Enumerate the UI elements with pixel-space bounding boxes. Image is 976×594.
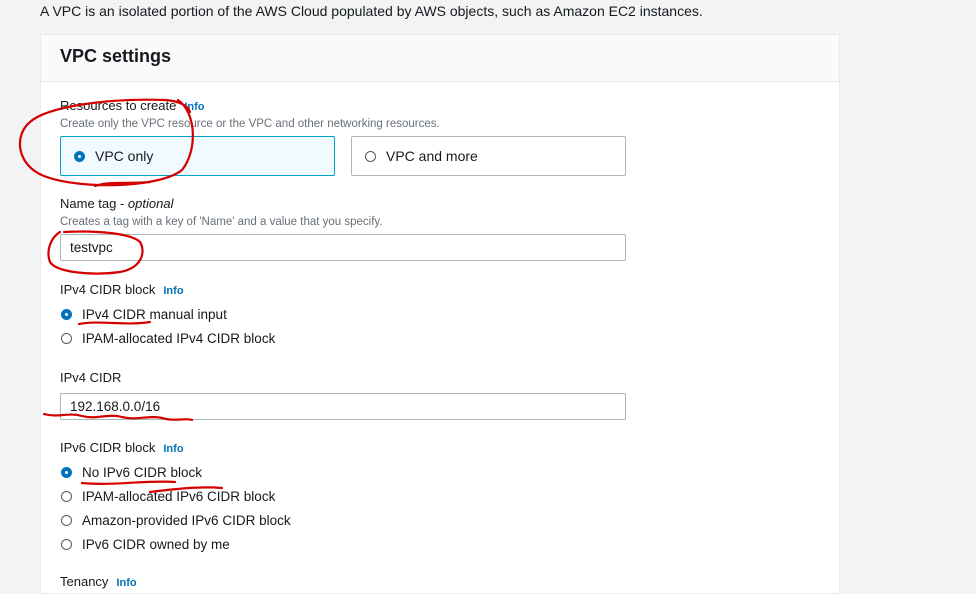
option-no-ipv6[interactable]: No IPv6 CIDR block bbox=[61, 465, 202, 480]
radio-ipv4-manual[interactable] bbox=[61, 309, 72, 320]
tile-vpc-only[interactable]: VPC only bbox=[60, 136, 335, 176]
option-ipv6-ipam-label: IPAM-allocated IPv6 CIDR block bbox=[82, 489, 276, 504]
radio-no-ipv6[interactable] bbox=[61, 467, 72, 478]
resources-info-link[interactable]: Info bbox=[184, 101, 204, 113]
radio-ipv6-ipam[interactable] bbox=[61, 491, 72, 502]
panel-header: VPC settings bbox=[41, 35, 839, 82]
name-tag-value: testvpc bbox=[70, 240, 113, 255]
ipv4-block-label: IPv4 CIDR block bbox=[60, 282, 156, 297]
tile-vpc-only-label: VPC only bbox=[95, 148, 154, 164]
ipv4-cidr-value: 192.168.0.0/16 bbox=[70, 399, 161, 414]
resources-label-row: Resources to create Info bbox=[60, 98, 205, 113]
name-tag-input[interactable]: testvpc bbox=[60, 234, 626, 261]
panel-title: VPC settings bbox=[60, 46, 172, 66]
ipv4-block-label-row: IPv4 CIDR block Info bbox=[60, 282, 184, 297]
name-tag-label-row: Name tag - optional bbox=[60, 196, 173, 211]
radio-ipv6-owned[interactable] bbox=[61, 539, 72, 550]
option-ipv6-owned[interactable]: IPv6 CIDR owned by me bbox=[61, 537, 230, 552]
ipv6-block-info-link[interactable]: Info bbox=[163, 443, 183, 455]
radio-ipv4-ipam[interactable] bbox=[61, 333, 72, 344]
ipv4-cidr-input[interactable]: 192.168.0.0/16 bbox=[60, 393, 626, 420]
radio-vpc-and-more[interactable] bbox=[365, 150, 376, 162]
name-tag-description: Creates a tag with a key of 'Name' and a… bbox=[60, 216, 383, 228]
option-ipv6-amazon-label: Amazon-provided IPv6 CIDR block bbox=[82, 513, 291, 528]
ipv6-block-label: IPv6 CIDR block bbox=[60, 440, 156, 455]
radio-vpc-only[interactable] bbox=[74, 150, 85, 162]
option-ipv4-ipam-label: IPAM-allocated IPv4 CIDR block bbox=[82, 331, 276, 346]
tile-vpc-and-more-label: VPC and more bbox=[386, 148, 478, 164]
option-ipv4-manual[interactable]: IPv4 CIDR manual input bbox=[61, 307, 227, 322]
option-ipv6-amazon[interactable]: Amazon-provided IPv6 CIDR block bbox=[61, 513, 291, 528]
resources-label: Resources to create bbox=[60, 98, 177, 113]
option-ipv4-ipam[interactable]: IPAM-allocated IPv4 CIDR block bbox=[61, 331, 275, 346]
option-no-ipv6-label: No IPv6 CIDR block bbox=[82, 465, 203, 480]
tenancy-info-link[interactable]: Info bbox=[116, 577, 136, 589]
name-tag-label: Name tag - bbox=[60, 196, 128, 211]
name-tag-optional: optional bbox=[127, 196, 174, 211]
ipv6-block-label-row: IPv6 CIDR block Info bbox=[60, 440, 184, 455]
option-ipv6-owned-label: IPv6 CIDR owned by me bbox=[82, 537, 230, 552]
resources-description: Create only the VPC resource or the VPC … bbox=[60, 118, 440, 130]
ipv4-cidr-label: IPv4 CIDR bbox=[60, 370, 122, 385]
option-ipv6-ipam[interactable]: IPAM-allocated IPv6 CIDR block bbox=[61, 489, 275, 504]
radio-ipv6-amazon[interactable] bbox=[61, 515, 72, 526]
ipv4-block-info-link[interactable]: Info bbox=[163, 285, 183, 297]
option-ipv4-manual-label: IPv4 CIDR manual input bbox=[82, 307, 227, 322]
page-description: A VPC is an isolated portion of the AWS … bbox=[40, 3, 703, 19]
tile-vpc-and-more[interactable]: VPC and more bbox=[351, 136, 626, 176]
